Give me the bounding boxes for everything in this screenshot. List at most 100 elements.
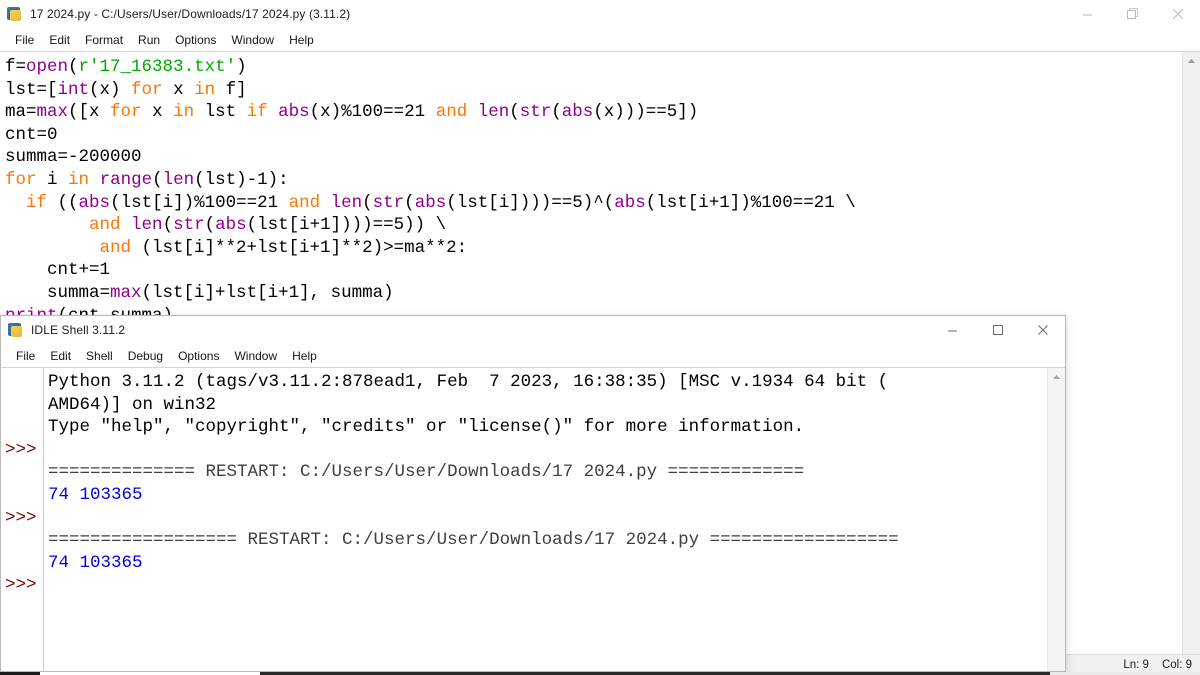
shell-transcript[interactable]: Python 3.11.2 (tags/v3.11.2:878ead1, Feb… <box>48 371 1043 597</box>
menu-options[interactable]: Options <box>168 31 224 49</box>
editor-vertical-scrollbar[interactable] <box>1182 52 1200 654</box>
code-line: cnt+=1 <box>5 259 1180 282</box>
minimize-button[interactable] <box>930 316 975 344</box>
menu-debug[interactable]: Debug <box>121 347 171 365</box>
code-token: int <box>57 79 90 100</box>
menu-file[interactable]: File <box>9 347 43 365</box>
menu-window[interactable]: Window <box>224 31 282 49</box>
close-button[interactable] <box>1155 0 1200 28</box>
code-token: abs <box>614 192 646 213</box>
editor-titlebar[interactable]: 17 2024.py - C:/Users/User/Downloads/17 … <box>0 0 1200 28</box>
shell-prompt: >>> <box>5 439 37 460</box>
code-token: (x) <box>89 79 132 100</box>
code-line: f=open(r'17_16383.txt') <box>5 56 1180 79</box>
shell-prompt: >>> <box>5 575 37 596</box>
code-token: if <box>246 102 268 123</box>
scroll-up-arrow-icon[interactable] <box>1048 368 1065 385</box>
code-token: (lst[i]**2+lst[i+1]**2)>=ma**2: <box>131 237 468 258</box>
code-line: if ((abs(lst[i])%100==21 and len(str(abs… <box>5 192 1180 215</box>
code-token: (lst[i])%100==21 <box>110 192 289 213</box>
shell-line: Type "help", "copyright", "credits" or "… <box>48 416 1043 439</box>
code-token: (x)%100==21 <box>309 102 436 123</box>
python-idle-icon <box>8 322 24 338</box>
restore-button[interactable] <box>1110 0 1155 28</box>
menu-help[interactable]: Help <box>282 31 322 49</box>
scroll-up-arrow-icon[interactable] <box>1183 52 1200 69</box>
menu-edit[interactable]: Edit <box>42 31 78 49</box>
code-line: for i in range(len(lst)-1): <box>5 169 1180 192</box>
shell-line: ============== RESTART: C:/Users/User/Do… <box>48 461 1043 484</box>
code-token: (lst[i])))==5)^( <box>446 192 615 213</box>
code-token: lst=[ <box>5 79 58 100</box>
python-idle-icon <box>7 6 23 22</box>
menu-format[interactable]: Format <box>78 31 131 49</box>
minimize-button[interactable] <box>1065 0 1110 28</box>
code-token: 74 103365 <box>48 484 143 505</box>
code-token: in <box>173 102 195 123</box>
code-token: and <box>288 192 321 213</box>
screen: 17 2024.py - C:/Users/User/Downloads/17 … <box>0 0 1200 675</box>
code-token: ( <box>204 215 216 236</box>
code-token: max <box>36 102 69 123</box>
maximize-button[interactable] <box>975 316 1020 344</box>
code-line: lst=[int(x) for x in f] <box>5 79 1180 102</box>
code-token: for <box>110 102 142 123</box>
code-token: and <box>89 215 121 236</box>
code-token: lst <box>194 102 247 123</box>
shell-menubar: File Edit Shell Debug Options Window Hel… <box>1 344 1065 367</box>
shell-titlebar[interactable]: IDLE Shell 3.11.2 <box>1 316 1065 344</box>
code-token: in <box>194 79 216 100</box>
code-token: r'17_16383.txt' <box>78 57 237 77</box>
code-token: x <box>141 102 174 123</box>
code-token: ( <box>509 102 520 123</box>
code-line: summa=max(lst[i]+lst[i+1], summa) <box>5 282 1180 305</box>
code-token: f] <box>215 79 247 100</box>
code-token: len <box>162 169 195 190</box>
shell-scroll-thumb[interactable] <box>1049 385 1064 455</box>
shell-line: AMD64)] on win32 <box>48 394 1043 417</box>
code-token: cnt+=1 <box>5 260 111 281</box>
code-token: (lst[i+1])))==5)) \ <box>246 215 447 236</box>
code-token: ) <box>236 57 247 77</box>
shell-vertical-scrollbar[interactable] <box>1047 368 1065 671</box>
code-token: ma= <box>5 102 37 123</box>
code-token: (lst[i]+lst[i+1], summa) <box>141 282 394 303</box>
editor-source-code[interactable]: f=open(r'17_16383.txt') lst=[int(x) for x… <box>5 56 1180 327</box>
menu-options[interactable]: Options <box>171 347 227 365</box>
menu-edit[interactable]: Edit <box>43 347 79 365</box>
code-token: len <box>330 192 363 213</box>
code-token: (lst)-1): <box>194 169 289 190</box>
code-token: range <box>99 169 153 190</box>
menu-shell[interactable]: Shell <box>79 347 121 365</box>
code-token: 74 103365 <box>48 552 143 573</box>
menu-run[interactable]: Run <box>131 31 168 49</box>
code-token: f= <box>5 57 27 77</box>
code-token: abs <box>215 215 247 236</box>
code-token: abs <box>278 102 310 123</box>
editor-window-controls <box>1065 0 1200 28</box>
code-line: and (lst[i]**2+lst[i+1]**2)>=ma**2: <box>5 237 1180 260</box>
shell-window-controls <box>930 316 1065 344</box>
code-token: AMD64)] on win32 <box>48 394 217 415</box>
code-token: len <box>477 102 510 123</box>
close-button[interactable] <box>1020 316 1065 344</box>
code-token: ( <box>68 57 79 77</box>
code-token: for <box>131 79 163 100</box>
code-token: ============== RESTART: C:/Users/User/Do… <box>48 462 805 483</box>
menu-help[interactable]: Help <box>285 347 325 365</box>
code-token: abs <box>561 102 594 123</box>
code-token: Type "help", "copyright", "credits" or "… <box>48 417 805 438</box>
code-token: cnt=0 <box>5 124 58 145</box>
editor-title: 17 2024.py - C:/Users/User/Downloads/17 … <box>30 7 351 21</box>
menu-file[interactable]: File <box>8 31 42 49</box>
editor-menubar: File Edit Format Run Options Window Help <box>0 28 1200 51</box>
shell-prompt: >>> <box>5 507 37 528</box>
code-token: abs <box>78 192 111 213</box>
menu-window[interactable]: Window <box>227 347 285 365</box>
code-token: str <box>519 102 552 123</box>
shell-output-area[interactable]: >>> >>> >>> Python 3.11.2 (tags/v3.11.2:87… <box>1 367 1065 671</box>
